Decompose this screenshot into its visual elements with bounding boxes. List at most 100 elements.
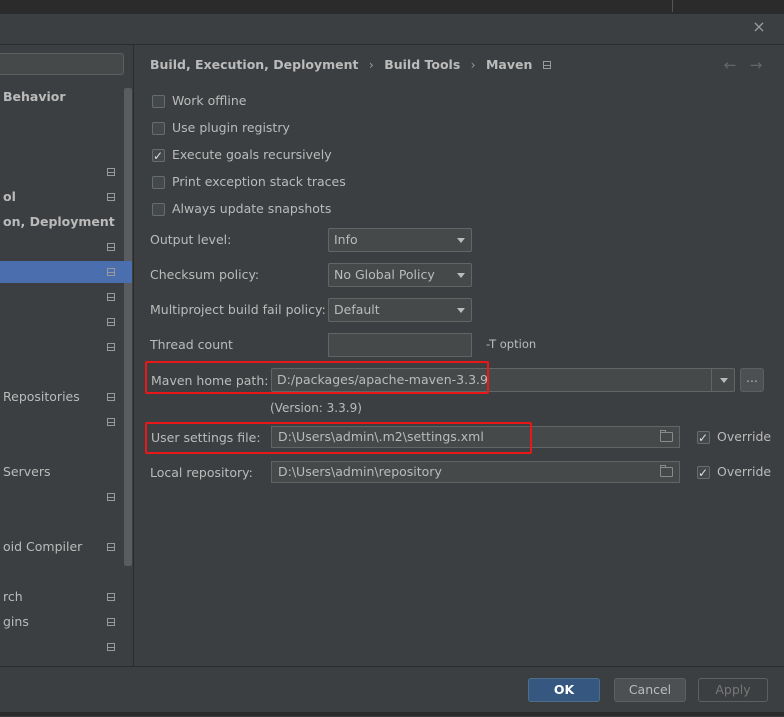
checkbox-label: Work offline: [172, 93, 247, 108]
chevron-down-icon[interactable]: [720, 378, 728, 383]
sidebar-item[interactable]: oid Compiler: [0, 536, 124, 558]
thread-count-hint: -T option: [486, 337, 537, 351]
breadcrumb-separator-icon: ›: [368, 57, 374, 72]
sidebar-item[interactable]: Servers: [0, 461, 124, 483]
chevron-down-icon: [457, 238, 465, 243]
browse-maven-home-button[interactable]: ...: [740, 368, 764, 392]
dropdown-value: Default: [334, 302, 380, 317]
sidebar-item[interactable]: [0, 486, 124, 508]
dialog-titlebar: [0, 14, 784, 45]
thread-count-label: Thread count: [150, 337, 233, 352]
breadcrumb-item[interactable]: Build Tools: [384, 57, 460, 72]
sidebar-item-label: gins: [3, 614, 29, 629]
checkbox-box[interactable]: [152, 122, 165, 135]
background-window-strip-bottom: [0, 712, 784, 716]
sidebar-item-label: rch: [3, 589, 23, 604]
sidebar-item-label: [0, 314, 3, 329]
sidebar-item-label: Repositories: [3, 389, 80, 404]
project-scope-icon: [107, 493, 115, 501]
project-scope-icon: [107, 318, 115, 326]
project-scope-icon: [107, 268, 115, 276]
sidebar-item-label: [0, 264, 3, 279]
sidebar-item-label: Servers: [3, 464, 51, 479]
project-scope-icon: [107, 543, 115, 551]
sidebar-item[interactable]: on, Deployment: [0, 211, 124, 233]
sidebar-scrollbar-thumb[interactable]: [124, 88, 132, 566]
folder-icon[interactable]: [660, 465, 673, 477]
sidebar-item[interactable]: [0, 636, 124, 658]
sidebar-item-label: [0, 489, 3, 504]
checkbox-label: Always update snapshots: [172, 201, 332, 216]
highlight-box-user-settings: [145, 422, 532, 454]
override-label: Override: [717, 429, 772, 444]
apply-button[interactable]: Apply: [698, 678, 768, 702]
sidebar-item[interactable]: Behavior: [0, 86, 124, 108]
sidebar-item[interactable]: [0, 411, 124, 433]
project-scope-icon: [107, 618, 115, 626]
dropdown-value: No Global Policy: [334, 267, 435, 282]
highlight-box-maven-home: [145, 361, 489, 394]
sidebar-item-label: Behavior: [3, 89, 66, 104]
sidebar-item[interactable]: [0, 311, 124, 333]
execute-goals-recursively-checkbox[interactable]: Execute goals recursively: [152, 145, 332, 166]
project-scope-icon: [107, 593, 115, 601]
sidebar-item-label: [0, 289, 3, 304]
multiproject-fail-policy-label: Multiproject build fail policy:: [150, 302, 326, 317]
chevron-down-icon: [457, 308, 465, 313]
sidebar-item-label: [0, 164, 3, 179]
always-update-snapshots-checkbox[interactable]: Always update snapshots: [152, 199, 331, 219]
multiproject-fail-policy-dropdown[interactable]: Default: [328, 298, 472, 322]
close-icon[interactable]: ×: [750, 18, 768, 36]
folder-icon[interactable]: [660, 430, 673, 442]
sidebar-item[interactable]: [0, 236, 124, 258]
project-scope-icon: [107, 418, 115, 426]
sidebar-item[interactable]: [0, 286, 124, 308]
ok-button[interactable]: OK: [528, 678, 600, 702]
checkbox-box-checked[interactable]: [697, 428, 710, 448]
checkbox-box[interactable]: [152, 95, 165, 108]
project-scope-icon: [107, 343, 115, 351]
thread-count-input[interactable]: [328, 333, 472, 357]
sidebar-item[interactable]: [0, 161, 124, 183]
sidebar-item[interactable]: Repositories: [0, 386, 124, 408]
dropdown-value: Info: [334, 232, 358, 247]
checkbox-box[interactable]: [152, 203, 165, 216]
settings-search-input[interactable]: [0, 53, 124, 75]
checksum-policy-label: Checksum policy:: [150, 267, 260, 282]
checkbox-box[interactable]: [152, 176, 165, 189]
sidebar-item[interactable]: [0, 336, 124, 358]
print-exception-stack-traces-checkbox[interactable]: Print exception stack traces: [152, 172, 346, 192]
background-window-strip: [0, 0, 784, 14]
checkbox-label: Print exception stack traces: [172, 174, 346, 189]
sidebar-item[interactable]: ol: [0, 186, 124, 208]
use-plugin-registry-checkbox[interactable]: Use plugin registry: [152, 118, 290, 138]
sidebar-item-label: [0, 339, 3, 354]
cancel-button[interactable]: Cancel: [614, 678, 686, 702]
work-offline-checkbox[interactable]: Work offline: [152, 91, 246, 111]
sidebar-item-label: oid Compiler: [3, 539, 83, 554]
local-repository-input[interactable]: D:\Users\admin\repository: [271, 461, 680, 483]
project-scope-icon: [542, 61, 551, 69]
checkbox-label: Use plugin registry: [172, 120, 290, 135]
local-repository-override-checkbox[interactable]: Override: [697, 462, 772, 483]
back-arrow-icon[interactable]: ←: [720, 55, 740, 75]
sidebar-item-label: [0, 639, 3, 654]
combo-divider: [711, 369, 712, 391]
sidebar-item[interactable]: gins: [0, 611, 124, 633]
background-divider: [672, 0, 673, 12]
output-level-dropdown[interactable]: Info: [328, 228, 472, 252]
checksum-policy-dropdown[interactable]: No Global Policy: [328, 263, 472, 287]
project-scope-icon: [107, 193, 115, 201]
chevron-down-icon: [457, 273, 465, 278]
breadcrumb-item[interactable]: Build, Execution, Deployment: [150, 57, 358, 72]
sidebar-item[interactable]: rch: [0, 586, 124, 608]
project-scope-icon: [107, 243, 115, 251]
forward-arrow-icon[interactable]: →: [746, 55, 766, 75]
user-settings-override-checkbox[interactable]: Override: [697, 427, 772, 448]
override-label: Override: [717, 464, 772, 479]
project-scope-icon: [107, 643, 115, 651]
checkbox-box-checked[interactable]: [152, 146, 165, 166]
local-repository-value: D:\Users\admin\repository: [278, 464, 442, 479]
checkbox-box-checked[interactable]: [697, 463, 710, 483]
maven-version-text: (Version: 3.3.9): [270, 401, 362, 415]
